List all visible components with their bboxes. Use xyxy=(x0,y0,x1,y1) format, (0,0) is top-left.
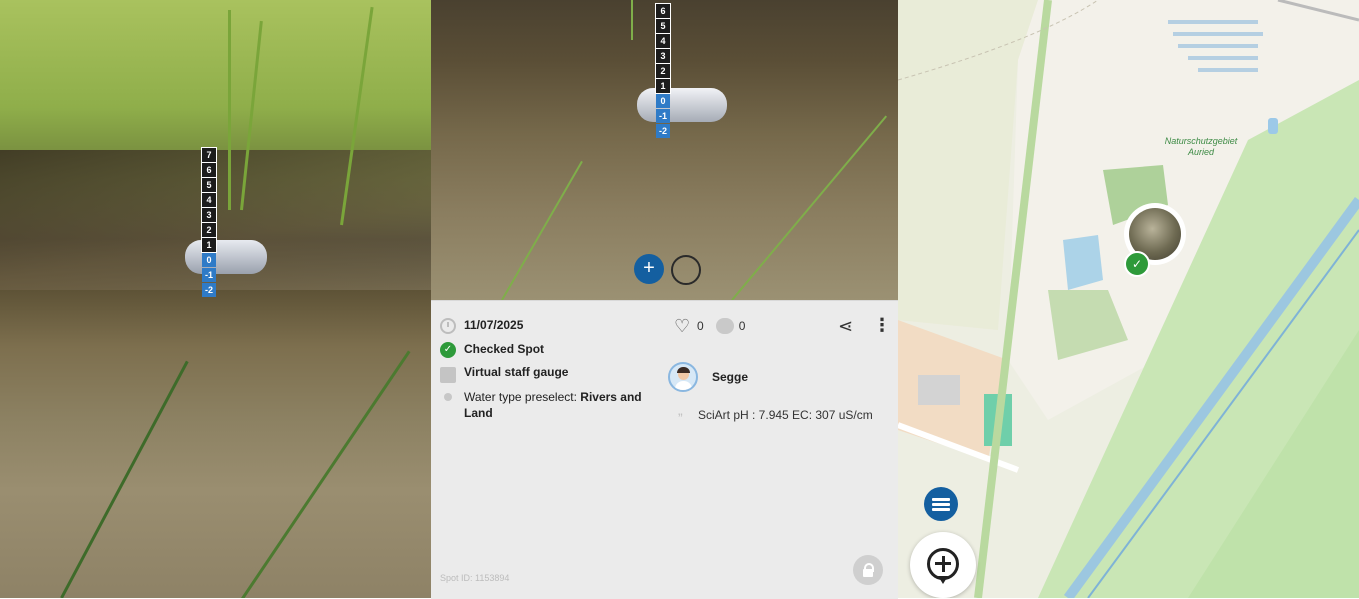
gauge-tick: 6 xyxy=(655,3,671,19)
share-icon[interactable]: ⋖ xyxy=(838,316,853,337)
reed xyxy=(731,115,888,300)
spot-photo-mid[interactable]: 6 5 4 3 2 1 0 -1 -2 xyxy=(431,0,898,300)
reed xyxy=(501,160,583,300)
comment-text: SciArt pH : 7.945 EC: 307 uS/cm xyxy=(698,408,873,422)
gauge-tick: 4 xyxy=(655,33,671,49)
staff-gauge-mid: 6 5 4 3 2 1 0 -1 -2 xyxy=(655,3,671,139)
reed xyxy=(240,350,411,598)
comment-icon[interactable] xyxy=(715,318,734,334)
more-vert-icon[interactable]: ⋮ xyxy=(873,315,891,336)
gauge-tick: -2 xyxy=(656,124,670,138)
gauge-tick: 5 xyxy=(201,177,217,193)
gauge-tick: 0 xyxy=(202,253,216,267)
avatar[interactable] xyxy=(668,362,698,392)
like-count: 0 xyxy=(697,319,704,333)
layers-button[interactable] xyxy=(924,487,958,521)
gauge-tick: 4 xyxy=(201,192,217,208)
spot-date: 11/07/2025 xyxy=(464,318,524,332)
category-row: Virtual staff gauge xyxy=(440,365,568,383)
gauge-tick: -2 xyxy=(202,283,216,297)
clock-icon xyxy=(440,318,456,334)
water-type-prefix: Water type preselect: xyxy=(464,390,581,404)
spot-status: Checked Spot xyxy=(464,342,545,356)
check-circle-icon: ✓ xyxy=(440,342,456,358)
area-label-line1: Naturschutzgebiet xyxy=(1164,136,1238,146)
status-row: ✓ Checked Spot xyxy=(440,342,544,358)
area-label-line2: Auried xyxy=(1187,147,1214,157)
reed xyxy=(228,10,231,210)
gauge-tick: 1 xyxy=(655,78,671,94)
add-location-button[interactable] xyxy=(910,532,976,598)
check-circle-icon: ✓ xyxy=(1124,251,1150,277)
gauge-tick: -1 xyxy=(656,109,670,123)
heart-icon[interactable]: ♡ xyxy=(674,317,692,335)
target-circle-icon xyxy=(671,255,701,285)
gauge-tick: -1 xyxy=(202,268,216,282)
dot-icon xyxy=(440,389,456,405)
folder-icon xyxy=(440,367,456,383)
plus-icon: + xyxy=(643,257,655,279)
gauge-tick: 3 xyxy=(655,48,671,64)
author-name[interactable]: Segge xyxy=(712,370,748,384)
spot-category: Virtual staff gauge xyxy=(464,365,569,379)
spot-id: Spot ID: 1153894 xyxy=(440,573,510,583)
pipe xyxy=(637,88,727,122)
water-type-text: Water type preselect: Rivers and Land xyxy=(464,389,655,421)
nature-reserve-label: Naturschutzgebiet Auried xyxy=(1156,136,1246,158)
add-photo-button[interactable]: + xyxy=(634,254,664,284)
map-canvas xyxy=(898,0,1359,598)
gauge-tick: 0 xyxy=(656,94,670,108)
gauge-tick: 1 xyxy=(201,237,217,253)
pipe xyxy=(185,240,267,274)
spot-photo-left[interactable]: 7 6 5 4 3 2 1 0 -1 -2 xyxy=(0,0,431,598)
gauge-tick: 5 xyxy=(655,18,671,34)
comment-count: 0 xyxy=(738,319,746,333)
reed xyxy=(631,0,633,40)
date-row: 11/07/2025 xyxy=(440,318,523,334)
reed xyxy=(60,360,189,598)
gauge-tick: 2 xyxy=(655,63,671,79)
map-view[interactable]: Naturschutzgebiet Auried ✓ xyxy=(898,0,1359,598)
quote-icon: ” xyxy=(678,410,683,426)
staff-gauge-left: 7 6 5 4 3 2 1 0 -1 -2 xyxy=(201,147,217,298)
gauge-tick: 3 xyxy=(201,207,217,223)
gauge-tick: 6 xyxy=(201,162,217,178)
reactions-row: ♡ 0 0 xyxy=(674,317,746,335)
gauge-tick: 2 xyxy=(201,222,217,238)
lock-icon[interactable] xyxy=(853,555,883,585)
gauge-tick: 7 xyxy=(201,147,217,163)
water-type-row: Water type preselect: Rivers and Land xyxy=(440,389,655,421)
